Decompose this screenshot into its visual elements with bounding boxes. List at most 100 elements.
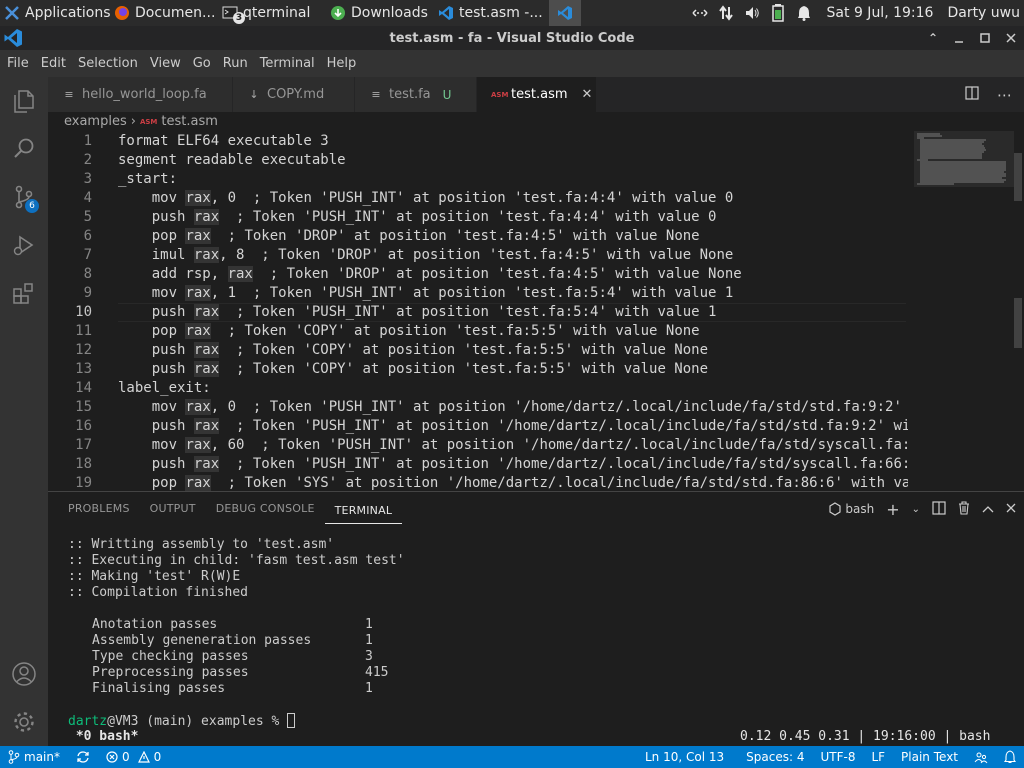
menu-help[interactable]: Help bbox=[320, 56, 362, 71]
code-line: segment readable executable bbox=[118, 151, 908, 170]
cursor-position[interactable]: Ln 10, Col 13 bbox=[637, 746, 738, 768]
system-taskbar: Applications Documen... 3 qterminal Down… bbox=[0, 0, 1024, 26]
code-line: push rax ; Token 'PUSH_INT' at position … bbox=[118, 208, 908, 227]
close-icon[interactable]: ✕ bbox=[582, 87, 593, 102]
menu-view[interactable]: View bbox=[143, 56, 186, 71]
tab-copy-md[interactable]: ↓ COPY.md bbox=[233, 77, 355, 112]
end-of-line[interactable]: LF bbox=[863, 746, 893, 768]
taskbar-username[interactable]: Darty uwu bbox=[947, 5, 1020, 21]
tab-test-fa[interactable]: ≡ test.fa U bbox=[355, 77, 477, 112]
code-text: mov bbox=[118, 437, 186, 453]
breadcrumb-file[interactable]: test.asm bbox=[161, 114, 218, 129]
line-number: 10 bbox=[75, 304, 92, 320]
tab-problems[interactable]: PROBLEMS bbox=[58, 492, 140, 526]
indentation[interactable]: Spaces: 4 bbox=[738, 746, 812, 768]
terminal-log-line: :: Compilation finished bbox=[68, 585, 249, 600]
taskbar-task-vscode[interactable]: test.asm -... bbox=[434, 0, 549, 26]
explorer-button[interactable] bbox=[0, 77, 48, 125]
terminal-shell-selector[interactable]: bash bbox=[829, 502, 874, 516]
code-text: ; Token 'DROP' at position 'test.fa:4:5'… bbox=[252, 266, 742, 282]
network-icon[interactable] bbox=[691, 4, 709, 22]
more-actions-icon[interactable]: ⋯ bbox=[997, 86, 1012, 104]
run-debug-button[interactable] bbox=[0, 221, 48, 269]
xfce-mouse-icon bbox=[5, 6, 19, 20]
extensions-button[interactable] bbox=[0, 269, 48, 317]
feedback-button[interactable] bbox=[966, 746, 996, 768]
stat-label: Type checking passes bbox=[92, 649, 249, 664]
line-number: 7 bbox=[83, 247, 92, 263]
taskbar-applications-menu[interactable]: Applications bbox=[0, 0, 110, 26]
close-icon[interactable] bbox=[1004, 31, 1018, 45]
code-text: ; Token 'PUSH_INT' at position 'test.fa:… bbox=[219, 209, 717, 225]
highlighted-token: rax bbox=[193, 209, 220, 225]
taskbar-task-label: qterminal bbox=[243, 5, 311, 21]
chevron-up-icon[interactable]: ⌃ bbox=[926, 31, 940, 45]
code-text: format ELF64 executable 3 bbox=[118, 133, 329, 149]
sync-icon bbox=[77, 751, 89, 763]
code-text: add rsp, bbox=[118, 266, 228, 282]
line-number: 13 bbox=[75, 361, 92, 377]
line-number: 4 bbox=[83, 190, 92, 206]
line-number: 16 bbox=[75, 418, 92, 434]
taskbar-task-firefox[interactable]: Documen... bbox=[110, 0, 218, 26]
trash-icon[interactable] bbox=[958, 500, 970, 518]
branch-indicator[interactable]: main* bbox=[0, 746, 68, 768]
search-button[interactable] bbox=[0, 125, 48, 173]
transfer-arrows-icon[interactable] bbox=[717, 4, 735, 22]
taskbar-clock[interactable]: Sat 9 Jul, 19:16 bbox=[827, 5, 934, 21]
code-line: push rax ; Token 'PUSH_INT' at position … bbox=[118, 455, 908, 474]
maximize-icon[interactable] bbox=[978, 31, 992, 45]
taskbar-task-vscode-active[interactable] bbox=[549, 0, 581, 26]
taskbar-task-downloads[interactable]: Downloads bbox=[326, 0, 434, 26]
tab-debug-console[interactable]: DEBUG CONSOLE bbox=[206, 492, 325, 526]
taskbar-window-count-badge: 3 bbox=[233, 12, 245, 24]
language-mode[interactable]: Plain Text bbox=[893, 746, 966, 768]
code-text: ; Token 'COPY' at position 'test.fa:5:5'… bbox=[210, 323, 700, 339]
tab-hello-world-loop[interactable]: ≡ hello_world_loop.fa bbox=[48, 77, 233, 112]
minimize-icon[interactable] bbox=[952, 31, 966, 45]
manage-button[interactable] bbox=[0, 698, 48, 746]
terminal-log-line: :: Making 'test' R(W)E bbox=[68, 569, 241, 584]
minimap[interactable] bbox=[914, 131, 1014, 491]
close-panel-icon[interactable] bbox=[1006, 502, 1016, 516]
split-terminal-icon[interactable] bbox=[932, 500, 946, 518]
breadcrumb-folder[interactable]: examples bbox=[64, 114, 127, 129]
menu-edit[interactable]: Edit bbox=[34, 56, 71, 71]
tab-test-asm[interactable]: ASM test.asm ✕ bbox=[477, 77, 597, 112]
maximize-panel-icon[interactable] bbox=[982, 502, 994, 516]
split-editor-icon[interactable] bbox=[965, 85, 979, 104]
source-control-button[interactable]: 6 bbox=[0, 173, 48, 221]
battery-icon[interactable] bbox=[769, 4, 787, 22]
code-line: label_exit: bbox=[118, 379, 908, 398]
editor-scrollbar[interactable] bbox=[1014, 153, 1022, 353]
volume-icon[interactable] bbox=[743, 4, 761, 22]
code-text: segment readable executable bbox=[118, 152, 346, 168]
notifications-button[interactable] bbox=[996, 746, 1024, 768]
notification-bell-icon[interactable] bbox=[795, 4, 813, 22]
menu-run[interactable]: Run bbox=[216, 56, 253, 71]
menu-terminal[interactable]: Terminal bbox=[253, 56, 320, 71]
chevron-down-icon[interactable]: ⌄ bbox=[912, 504, 920, 515]
bottom-panel: PROBLEMS OUTPUT DEBUG CONSOLE TERMINAL b… bbox=[48, 491, 1024, 746]
tab-output[interactable]: OUTPUT bbox=[140, 492, 206, 526]
menu-go[interactable]: Go bbox=[186, 56, 216, 71]
code-line: mov rax, 0 ; Token 'PUSH_INT' at positio… bbox=[118, 189, 908, 208]
problems-indicator[interactable]: 0 0 bbox=[98, 746, 169, 768]
menu-file[interactable]: File bbox=[0, 56, 34, 71]
menu-selection[interactable]: Selection bbox=[71, 56, 143, 71]
highlighted-token: rax bbox=[185, 323, 211, 339]
tab-terminal[interactable]: TERMINAL bbox=[324, 498, 403, 524]
code-line: mov rax, 60 ; Token 'PUSH_INT' at positi… bbox=[118, 436, 908, 455]
code-text: pop bbox=[118, 228, 186, 244]
encoding[interactable]: UTF-8 bbox=[812, 746, 863, 768]
taskbar-task-qterminal[interactable]: 3 qterminal bbox=[218, 0, 326, 26]
code-editor[interactable]: 1 format ELF64 executable 3 2 segment reada… bbox=[48, 131, 1024, 491]
sync-button[interactable] bbox=[68, 746, 98, 768]
code-line: format ELF64 executable 3 bbox=[118, 132, 908, 151]
highlighted-token: rax bbox=[193, 456, 220, 472]
line-number: 19 bbox=[75, 475, 92, 491]
line-number: 3 bbox=[83, 171, 92, 187]
editor-actions: ⋯ bbox=[965, 77, 1024, 112]
accounts-button[interactable] bbox=[0, 650, 48, 698]
new-terminal-icon[interactable]: + bbox=[886, 500, 899, 519]
